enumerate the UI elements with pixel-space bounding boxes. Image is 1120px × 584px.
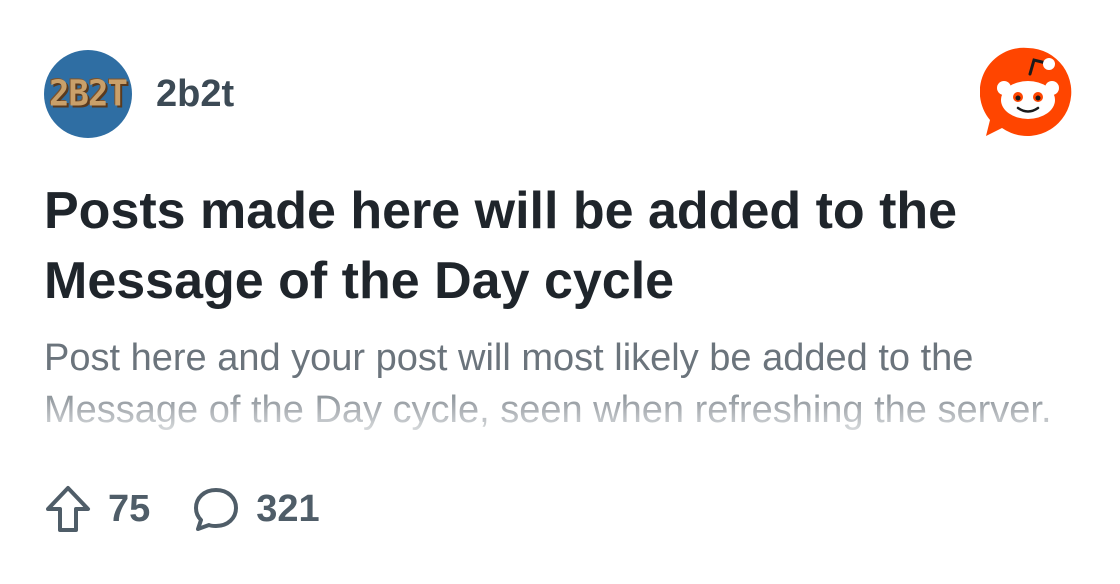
- post-stats: 75 321: [44, 484, 320, 534]
- post-card[interactable]: 2B2T 2b2t Posts made here will be added …: [0, 0, 1120, 584]
- comment-bubble-icon[interactable]: [192, 484, 240, 534]
- comment-stat[interactable]: 321: [192, 484, 320, 534]
- comment-count: 321: [256, 487, 320, 530]
- post-body-preview: Post here and your post will most likely…: [44, 337, 1052, 431]
- upvote-count: 75: [108, 487, 151, 530]
- upvote-stat[interactable]: 75: [44, 484, 150, 534]
- subreddit-avatar-logo: 2B2T: [49, 73, 128, 115]
- post-title[interactable]: Posts made here will be added to the Mes…: [44, 176, 1084, 316]
- subreddit-avatar[interactable]: 2B2T: [44, 50, 132, 138]
- subreddit-name[interactable]: 2b2t: [156, 73, 234, 116]
- reddit-logo-icon: [980, 47, 1072, 136]
- upvote-arrow-icon[interactable]: [44, 484, 92, 534]
- post-header: 2B2T 2b2t: [44, 50, 234, 138]
